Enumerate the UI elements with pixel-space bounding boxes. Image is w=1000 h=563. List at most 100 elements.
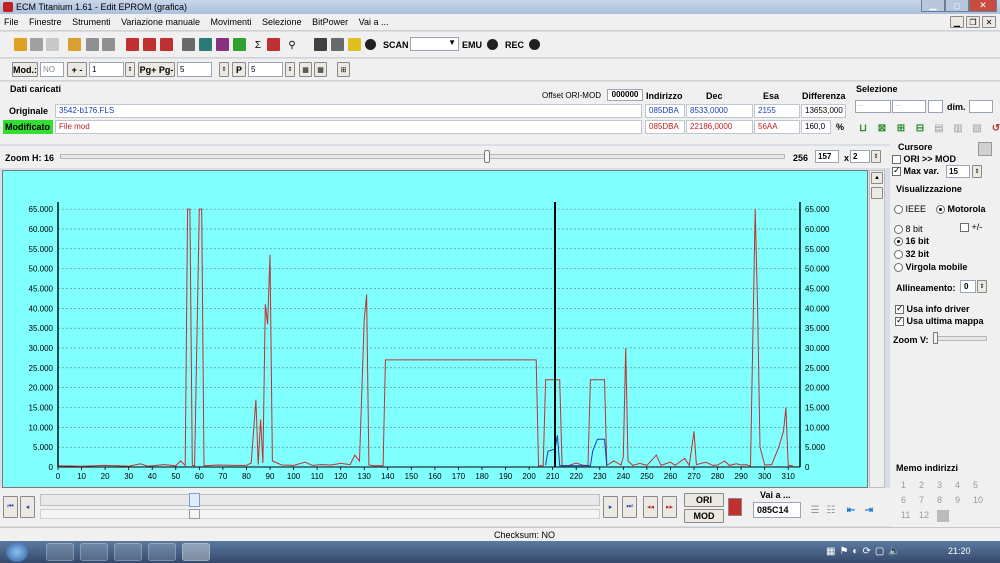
start-button[interactable] xyxy=(6,542,28,562)
menu-variazione-manuale[interactable]: Variazione manuale xyxy=(121,17,200,27)
zoom-h-track[interactable] xyxy=(60,154,785,159)
bit32-option[interactable]: 32 bit xyxy=(894,249,929,260)
selezione-start[interactable]: ... xyxy=(855,100,891,113)
mdi-restore-button[interactable]: ❐ xyxy=(966,16,980,28)
hex-graph[interactable]: 0 05.000 5.00010.000 10.00015.000 15.00020.0… xyxy=(3,171,869,489)
memo-item-3[interactable]: 3 xyxy=(937,480,955,490)
prev-diff-button[interactable]: ◂◂ xyxy=(643,496,658,518)
pg-spinner[interactable]: ⇕ xyxy=(219,62,229,77)
first-page-button[interactable]: ⏮ xyxy=(3,496,18,518)
zoom-field[interactable]: 157 xyxy=(815,150,839,163)
memo-item-4[interactable]: 4 xyxy=(955,480,973,490)
window-icon[interactable] xyxy=(46,38,59,51)
motorola-option[interactable]: Motorola xyxy=(936,204,986,215)
maximize-button[interactable]: □ xyxy=(945,0,969,12)
chart-area[interactable]: 0 0 5.000 5.000 10.000 10.000 15.000 15.000 20.0… xyxy=(2,170,868,488)
modified-differenza[interactable]: 160,0 xyxy=(801,120,831,134)
table-view-icon[interactable]: ☰ xyxy=(807,502,823,518)
memo-item-5[interactable]: 5 xyxy=(973,480,991,490)
usa-ultima-checkbox[interactable] xyxy=(895,315,904,327)
tray-icons[interactable]: ▦⚑◐⟳▢🔈 xyxy=(826,546,905,557)
zoom-h-thumb[interactable] xyxy=(484,150,490,163)
mod-field[interactable]: NO xyxy=(40,62,64,77)
compare-selection-icon[interactable]: ▧ xyxy=(969,120,985,136)
ieee-option[interactable]: IEEE xyxy=(894,204,926,215)
check-icon[interactable] xyxy=(126,38,139,51)
emu-button[interactable] xyxy=(487,39,498,50)
allineamento-spinner[interactable]: ⇕ xyxy=(977,280,987,293)
step-field[interactable]: 1 xyxy=(89,62,124,77)
calculator-icon[interactable] xyxy=(199,38,212,51)
memo-item-7[interactable]: 7 xyxy=(919,495,937,505)
menu-movimenti[interactable]: Movimenti xyxy=(211,17,252,27)
bit8-option[interactable]: 8 bit xyxy=(894,224,923,235)
grid-button[interactable]: ▦ xyxy=(299,62,312,77)
search-icon[interactable] xyxy=(182,38,195,51)
paste-selection-icon[interactable]: ▥ xyxy=(950,120,966,136)
bit32-radio[interactable] xyxy=(894,250,903,260)
plusminus-button[interactable]: + - xyxy=(67,62,87,77)
taskbar-chrome-button[interactable] xyxy=(46,543,74,561)
menu-strumenti[interactable]: Strumenti xyxy=(72,17,111,27)
close-button[interactable]: ✕ xyxy=(969,0,997,12)
open-folder-icon[interactable] xyxy=(68,38,81,51)
step-spinner[interactable]: ⇕ xyxy=(125,62,135,77)
float-option[interactable]: Virgola mobile xyxy=(894,262,967,273)
offset-field[interactable]: 000000 xyxy=(607,89,643,101)
terminal-icon[interactable] xyxy=(314,38,327,51)
memo-item-10[interactable]: 10 xyxy=(973,495,991,505)
menu-selezione[interactable]: Selezione xyxy=(262,17,302,27)
signed-checkbox[interactable] xyxy=(960,223,969,233)
selezione-extra[interactable] xyxy=(928,100,943,113)
nav-hscroll-thumb-1[interactable] xyxy=(189,493,200,507)
vai-a-field[interactable]: 085C14 xyxy=(753,502,801,518)
memo-item-8[interactable]: 8 xyxy=(937,495,955,505)
copy-icon[interactable] xyxy=(30,38,43,51)
flag-icon[interactable] xyxy=(728,498,742,516)
selezione-end[interactable]: ... xyxy=(892,100,926,113)
prev-page-button[interactable]: ◂ xyxy=(20,496,35,518)
record-dot-icon[interactable] xyxy=(365,39,376,50)
minimize-button[interactable]: ▁ xyxy=(921,0,945,12)
menu-finestre[interactable]: Finestre xyxy=(29,17,62,27)
last-page-button[interactable]: ⏭ xyxy=(622,496,637,518)
zoom-v-track[interactable] xyxy=(934,336,987,341)
bit16-option[interactable]: 16 bit xyxy=(894,236,929,247)
save-icon[interactable] xyxy=(86,38,99,51)
scan-select[interactable]: ▼ xyxy=(410,37,459,51)
chart-vscroll[interactable]: ▲ xyxy=(869,170,885,488)
max-var-spinner[interactable]: ⇕ xyxy=(972,165,982,178)
table-view2-icon[interactable]: ☷ xyxy=(823,502,839,518)
dim-field[interactable] xyxy=(969,100,993,113)
home-icon[interactable] xyxy=(14,38,27,51)
bit8-radio[interactable] xyxy=(894,225,903,235)
ori-button[interactable]: ORI xyxy=(684,493,724,507)
nav-hscroll-thumb-2[interactable] xyxy=(189,509,200,519)
grid2-button[interactable]: ▦ xyxy=(314,62,327,77)
menu-vai-a[interactable]: Vai a ... xyxy=(359,17,389,27)
undo-selection-icon[interactable]: ↺ xyxy=(988,120,1000,136)
taskbar-app-button[interactable] xyxy=(148,543,176,561)
select-start-icon[interactable]: ⊔ xyxy=(855,120,871,136)
next-diff-button[interactable]: ▸▸ xyxy=(662,496,677,518)
taskbar-media-button[interactable] xyxy=(80,543,108,561)
run-icon[interactable] xyxy=(348,38,361,51)
zoom-mult-spinner[interactable]: ⇕ xyxy=(871,150,881,163)
p-button[interactable]: P xyxy=(232,62,246,77)
select-range-icon[interactable]: ⊠ xyxy=(874,120,890,136)
nav-hscroll-2[interactable] xyxy=(40,509,600,519)
signed-option[interactable]: +/- xyxy=(960,222,982,233)
nav-hscroll-1[interactable] xyxy=(40,494,600,506)
memo-item-6[interactable]: 6 xyxy=(901,495,919,505)
p-spinner[interactable]: ⇕ xyxy=(285,62,295,77)
float-radio[interactable] xyxy=(894,263,903,273)
max-var-checkbox[interactable] xyxy=(892,165,901,177)
memo-item-9[interactable]: 9 xyxy=(955,495,973,505)
memo-item-2[interactable]: 2 xyxy=(919,480,937,490)
mod-button[interactable]: Mod.: xyxy=(12,62,38,77)
memo-item-11[interactable]: 11 xyxy=(901,510,919,522)
pg-field[interactable]: 5 xyxy=(177,62,212,77)
copy-selection-icon[interactable]: ▤ xyxy=(931,120,947,136)
user-icon[interactable] xyxy=(331,38,344,51)
zoom-v-thumb[interactable] xyxy=(933,332,938,344)
